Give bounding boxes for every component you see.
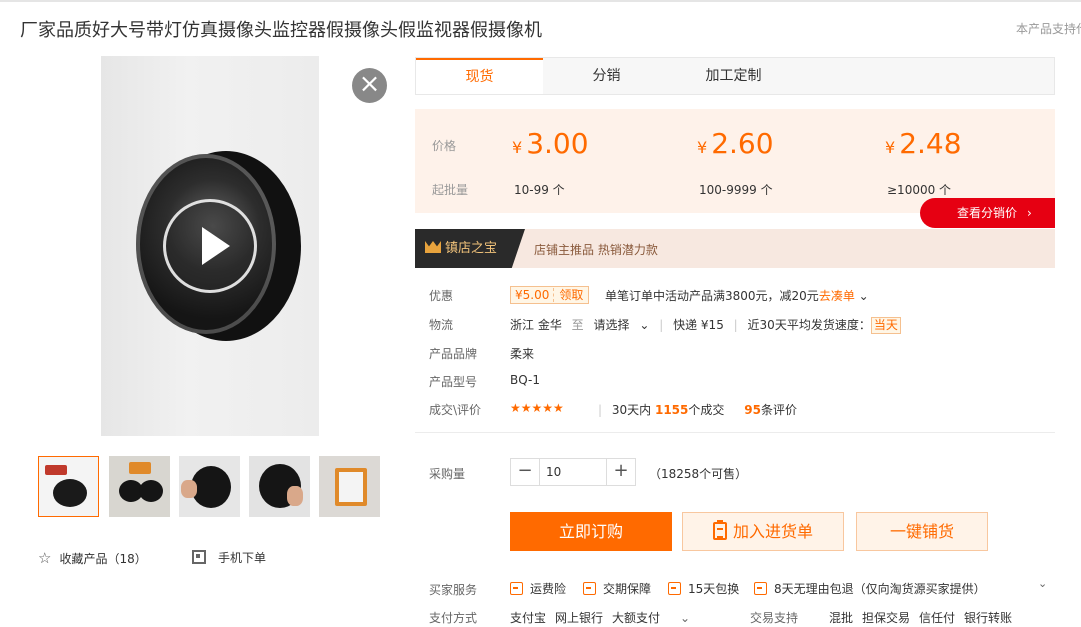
service-freight-insurance: 运费险 (510, 580, 566, 597)
service-15day-exchange: 15天包换 (668, 580, 739, 597)
model-label: 产品型号 (429, 375, 478, 389)
model-value: BQ-1 (510, 373, 540, 387)
decrease-button[interactable]: − (511, 459, 539, 485)
chevron-down-icon[interactable]: ⌄ (680, 611, 690, 625)
star-outline-icon: ☆ (38, 549, 52, 567)
brand-label: 产品品牌 (429, 347, 478, 361)
calendar-icon (668, 582, 681, 595)
mobile-order[interactable]: 手机下单 (192, 549, 266, 566)
product-video[interactable] (101, 56, 319, 436)
range-tier-2: 100-9999 个 (699, 183, 773, 197)
price-label: 价格 (432, 139, 457, 153)
deals-info: | 30天内 1155个成交 95条评价 (598, 403, 797, 417)
banner-text: 店铺主推品 热销潜力款 (534, 243, 658, 257)
deal-count: 1155 (654, 403, 689, 417)
view-distribution-price-button[interactable]: 查看分销价 › (920, 198, 1055, 228)
price-tier-3: ¥2.48 (885, 127, 962, 160)
clock-icon (583, 582, 596, 595)
qr-code-icon (192, 550, 206, 564)
moq-label: 起批量 (432, 183, 469, 197)
rating-stars: ★★★★★ (510, 401, 564, 415)
trade-support-items: 混批 担保交易 信任付 银行转账 (829, 611, 1013, 625)
tab-spot[interactable]: 现货 (416, 58, 543, 94)
trade-support-label: 交易支持 (750, 611, 799, 625)
range-tier-1: 10-99 个 (514, 183, 565, 197)
tab-distribution[interactable]: 分销 (543, 58, 670, 94)
favorite-product[interactable]: ☆ 收藏产品（18） (38, 549, 147, 567)
price-tier-2: ¥2.60 (697, 127, 774, 160)
thumbnail-1[interactable] (38, 456, 99, 517)
support-text: 本产品支持代发 (1016, 22, 1081, 36)
ship-from: 浙江 金华 (510, 318, 562, 332)
available-stock: （18258个可售） (649, 467, 748, 481)
chevron-down-icon: ⌄ (639, 318, 650, 332)
same-day-badge: 当天 (870, 317, 901, 334)
quantity-stepper: − 10 + (510, 458, 636, 486)
logistics-label: 物流 (429, 318, 454, 332)
discount-label: 优惠 (429, 289, 454, 303)
crown-icon (425, 241, 441, 253)
discount-text: 单笔订单中活动产品满3800元，减20元去凑单 ⌄ (605, 289, 869, 303)
service-8day-return: 8天无理由包退（仅向淘货源买家提供） (754, 580, 986, 597)
logistics-info: 浙江 金华 至 请选择 ⌄ | 快递 ¥15 | 近30天平均发货速度： 当天 (510, 316, 901, 334)
top-border (0, 0, 1081, 2)
payment-methods: 支付宝 网上银行 大额支付 ⌄ (510, 611, 691, 625)
play-icon[interactable] (163, 199, 257, 293)
refund-icon (754, 582, 767, 595)
deals-label: 成交\评价 (429, 403, 482, 417)
one-click-list-button[interactable]: 一键铺货 (856, 512, 988, 551)
add-items-link[interactable]: 去凑单 (819, 289, 855, 303)
coupon[interactable]: ¥5.00 领取 (510, 286, 590, 304)
treasure-badge: 镇店之宝 (415, 229, 525, 268)
chevron-right-icon: › (1027, 206, 1032, 220)
payment-label: 支付方式 (429, 611, 478, 625)
service-delivery-guarantee: 交期保障 (583, 580, 651, 597)
add-to-list-button[interactable]: 加入进货单 (682, 512, 844, 551)
shop-highlight-banner: 镇店之宝 店铺主推品 热销潜力款 (415, 229, 1055, 268)
range-tier-3: ≥10000 个 (887, 183, 952, 197)
purchase-tabs: 现货 分销 加工定制 (415, 57, 1055, 95)
mobile-order-label: 手机下单 (218, 551, 267, 565)
chevron-down-icon[interactable]: ⌄ (1038, 577, 1047, 590)
services-label: 买家服务 (429, 583, 478, 597)
chevron-down-icon: ⌄ (858, 289, 869, 303)
brand-value: 柔来 (510, 347, 535, 361)
clipboard-icon (712, 520, 727, 540)
quantity-label: 采购量 (429, 467, 466, 481)
reviews-link[interactable]: 95条评价 (744, 403, 797, 417)
tab-custom[interactable]: 加工定制 (670, 58, 797, 94)
divider (415, 432, 1055, 433)
price-tier-1: ¥3.00 (512, 127, 589, 160)
get-coupon-button[interactable]: 领取 (553, 288, 589, 302)
quantity-input[interactable]: 10 (539, 459, 607, 485)
shield-icon (510, 582, 523, 595)
ship-speed: 近30天平均发货速度： (747, 318, 871, 332)
increase-button[interactable]: + (607, 459, 635, 485)
destination-select[interactable]: 请选择 ⌄ (594, 318, 650, 332)
product-title: 厂家品质好大号带灯仿真摄像头监控器假摄像头假监视器假摄像机 (20, 20, 542, 41)
close-video-button[interactable]: × (352, 68, 387, 103)
express-fee: 快递 ¥15 (673, 318, 724, 332)
favorite-label: 收藏产品（18） (59, 552, 147, 566)
thumbnail-5[interactable] (319, 456, 380, 517)
thumbnail-4[interactable] (249, 456, 310, 517)
order-now-button[interactable]: 立即订购 (510, 512, 672, 551)
thumbnail-3[interactable] (179, 456, 240, 517)
thumbnail-2[interactable] (109, 456, 170, 517)
